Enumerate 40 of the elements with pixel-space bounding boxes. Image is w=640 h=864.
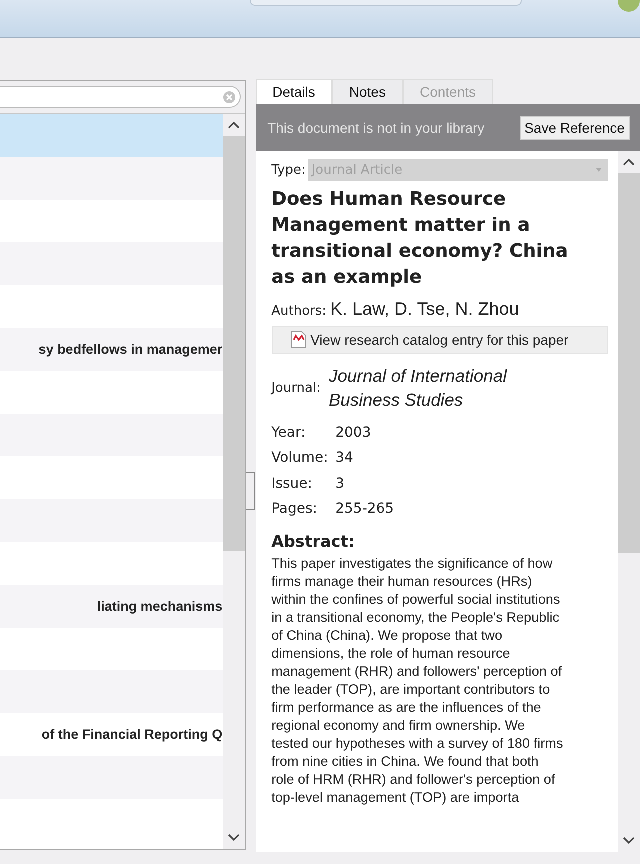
save-reference-button[interactable]: Save Reference	[520, 116, 630, 140]
scroll-down-icon[interactable]	[228, 833, 240, 843]
field-value: 3	[336, 476, 345, 492]
field-label: Volume:	[272, 450, 330, 466]
document-icon	[290, 331, 307, 349]
field-label: Year:	[272, 424, 307, 441]
banner-message: This document is not in your library	[268, 120, 485, 136]
list-row[interactable]: sy bedfellows in managemer	[0, 328, 223, 371]
list-row[interactable]	[0, 414, 223, 456]
abstract-heading: Abstract:	[272, 532, 356, 551]
splitter-handle[interactable]	[246, 472, 255, 510]
field-value: 34	[336, 450, 354, 466]
authors-label: Authors:	[272, 304, 327, 319]
type-label: Type:	[272, 162, 306, 178]
journal-label: Journal:	[272, 380, 321, 396]
scrollbar-thumb[interactable]	[618, 173, 640, 553]
scrollbar-thumb[interactable]	[222, 136, 245, 551]
abstract-text: This paper investigates the significance of how firms manage their human resources (HRs) within the confines of powerful social institutions in a transitional economy, the People's Republic of China (China). We propose that two dimensions, the role of human resource management (RHR) and followers' perception of the leader (TOP), are important contributors to firm performance as are the influences of the regional economy and firm ownership. We tested our hypotheses with a survey of 180 firms from nine cities in China. We found that both role of HRM (RHR) and follower's perception of top-level management (TOP) are importa	[272, 555, 564, 807]
list-row[interactable]: liating mechanisms	[0, 584, 223, 628]
list-row[interactable]: of the Financial Reporting Q	[0, 713, 223, 756]
authors-value: K. Law, D. Tse, N. Zhou	[330, 299, 520, 320]
field-label: Pages:	[272, 501, 318, 518]
scroll-up-icon[interactable]	[228, 120, 240, 130]
dropdown-caret-icon	[596, 168, 602, 172]
scroll-down-icon[interactable]	[622, 836, 635, 846]
scroll-up-icon[interactable]	[622, 157, 635, 167]
search-field[interactable]	[0, 86, 241, 108]
list-row[interactable]	[0, 499, 223, 542]
list-row[interactable]	[0, 156, 223, 200]
tab[interactable]: Notes	[332, 79, 403, 104]
clear-icon[interactable]	[222, 90, 236, 104]
field-value: 255-265	[336, 501, 394, 518]
catalog-button[interactable]: View research catalog entry for this paper	[272, 326, 608, 354]
field-value: 2003	[336, 424, 372, 441]
list-row[interactable]	[0, 242, 223, 286]
list-row[interactable]	[0, 114, 223, 157]
field-label: Issue:	[272, 476, 314, 492]
document-title: Does Human Resource Management matter in a transitional economy? China as an example	[272, 188, 570, 290]
tab[interactable]: Details	[256, 79, 332, 104]
journal-value: Journal of International Business Studies	[328, 365, 508, 412]
